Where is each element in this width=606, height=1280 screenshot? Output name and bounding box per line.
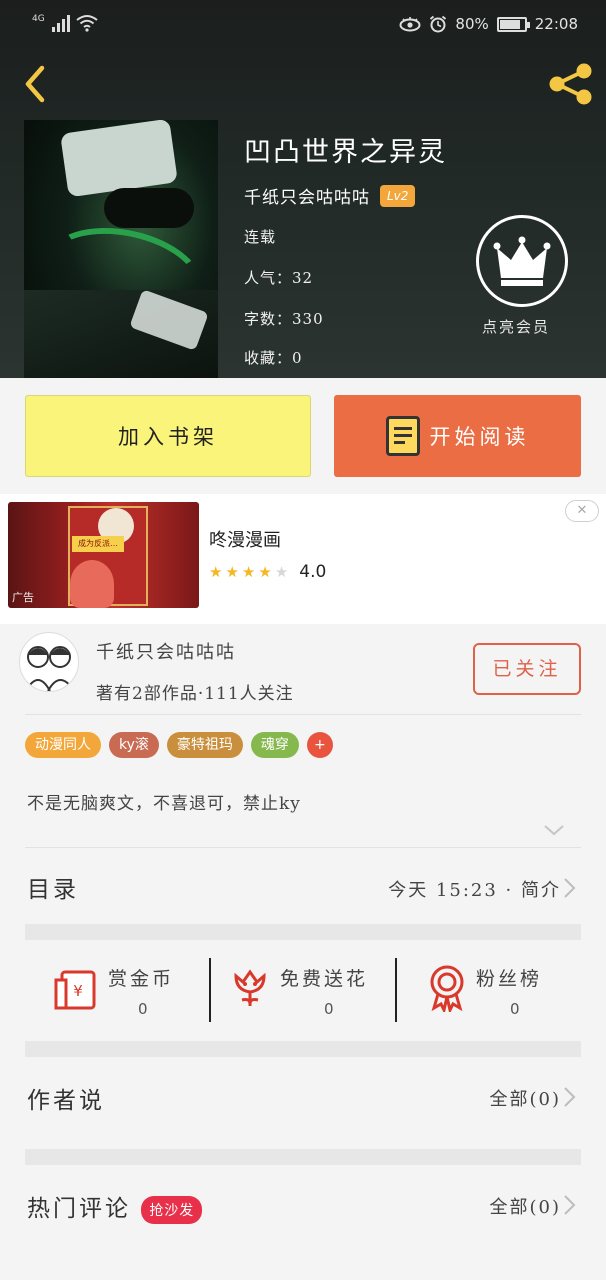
author-works: 著有2部作品·111人关注 (96, 684, 294, 704)
reward-label: 赏金币 (108, 968, 175, 990)
reward-coins-button[interactable]: ¥ 赏金币 0 (40, 940, 200, 1040)
battery-icon (496, 16, 530, 32)
section-gap (25, 1149, 581, 1165)
clock: 22:08 (534, 15, 578, 33)
catalog-updated: 今天 15:23 · 简介 (388, 880, 561, 901)
ad-rating-value: 4.0 (299, 562, 327, 582)
book-title: 凹凸世界之异灵 (244, 137, 447, 168)
popularity-label: 人气： (244, 269, 293, 287)
favorites-label: 收藏： (244, 349, 293, 367)
flower-icon (234, 969, 266, 1006)
serial-status: 连载 (244, 228, 277, 246)
ad-banner[interactable]: 成为反派… 广告 咚漫漫画 ★ ★ ★ ★ ★ 4.0 ✕ (0, 494, 606, 624)
tag-chip[interactable]: ky滚 (109, 732, 159, 758)
section-gap (25, 1041, 581, 1057)
signal-icon (51, 15, 70, 32)
add-tag-button[interactable]: + (306, 732, 333, 758)
action-bar: 加入书架 开始阅读 (0, 378, 606, 494)
status-bar: 4G 80% 22:08 (0, 0, 606, 50)
vip-label: 点亮会员 (482, 318, 551, 336)
ad-image[interactable]: 成为反派… 广告 (8, 502, 199, 608)
author-says-row[interactable]: 作者说 全部(0) (0, 1057, 606, 1149)
chevron-right-icon (564, 878, 576, 898)
hot-comments-title: 热门评论 抢沙发 (27, 1189, 203, 1224)
author-avatar[interactable] (19, 632, 79, 692)
book-description: 不是无脑爽文，不喜退可，禁止ky (27, 794, 301, 814)
tag-chip[interactable]: 动漫同人 (25, 732, 101, 758)
ad-title[interactable]: 咚漫漫画 (209, 526, 281, 552)
hot-comments-row[interactable]: 热门评论 抢沙发 全部(0) (0, 1165, 606, 1245)
red-envelope-icon: ¥ (54, 970, 96, 1010)
start-reading-label: 开始阅读 (429, 425, 530, 449)
vertical-divider (395, 958, 397, 1022)
catalog-label: 目录 (27, 877, 79, 903)
vip-button[interactable] (476, 215, 568, 307)
fans-value: 0 (510, 1000, 520, 1018)
vertical-divider (209, 958, 211, 1022)
fan-ranking-button[interactable]: 粉丝榜 0 (412, 940, 572, 1040)
author-name[interactable]: 千纸只会咕咕咕 (244, 183, 370, 208)
author-name-text[interactable]: 千纸只会咕咕咕 (96, 638, 236, 664)
back-button[interactable] (18, 62, 52, 106)
reward-value: 0 (138, 1000, 148, 1018)
eye-icon (399, 17, 421, 32)
ad-close-button[interactable]: ✕ (565, 500, 599, 522)
divider (25, 714, 581, 715)
star-empty-icon: ★ (274, 563, 289, 581)
hot-comments-label: 热门评论 (27, 1196, 131, 1222)
author-says-label: 作者说 (27, 1088, 105, 1114)
star-icon: ★ (258, 563, 272, 581)
hot-comments-all: 全部(0) (489, 1197, 561, 1218)
author-section: 千纸只会咕咕咕 著有2部作品·111人关注 已关注 (0, 624, 606, 714)
book-icon (385, 416, 420, 456)
divider (25, 847, 581, 848)
tag-chip[interactable]: 魂穿 (250, 732, 299, 758)
catalog-row[interactable]: 目录 今天 15:23 · 简介 (0, 852, 606, 924)
battery-percent: 80% (455, 15, 489, 33)
book-cover-image[interactable] (24, 120, 218, 378)
ad-tag: 广告 (12, 591, 34, 604)
word-count-label: 字数： (244, 310, 293, 328)
follow-button[interactable]: 已关注 (473, 643, 581, 695)
book-header: 4G 80% 22:08 凹凸世界之异灵 千纸只会咕咕咕 Lv2 连载 人气：3… (0, 0, 606, 378)
flowers-value: 0 (324, 1000, 334, 1018)
crown-icon (493, 236, 551, 286)
svg-text:¥: ¥ (73, 982, 83, 1000)
start-reading-button[interactable]: 开始阅读 (334, 395, 581, 477)
share-button[interactable] (546, 60, 596, 108)
chevron-right-icon (564, 1087, 576, 1107)
ad-image-caption: 成为反派… (72, 536, 124, 552)
alarm-icon (430, 15, 447, 33)
tag-chip[interactable]: 豪特祖玛 (166, 732, 243, 758)
popularity: 人气：32 (244, 267, 313, 288)
word-count-value: 330 (292, 310, 324, 328)
wifi-icon (76, 15, 98, 32)
level-badge: Lv2 (380, 184, 416, 207)
medal-icon (430, 965, 464, 1012)
fans-label: 粉丝榜 (476, 968, 543, 990)
author-line: 千纸只会咕咕咕 Lv2 (244, 183, 416, 208)
author-says-all: 全部(0) (489, 1089, 561, 1110)
favorites: 收藏：0 (244, 347, 303, 368)
sofa-badge[interactable]: 抢沙发 (141, 1196, 203, 1224)
star-icon: ★ (241, 563, 256, 581)
chevron-down-icon[interactable] (542, 820, 566, 840)
add-to-shelf-button[interactable]: 加入书架 (25, 395, 311, 477)
favorites-value: 0 (292, 349, 303, 367)
popularity-value: 32 (292, 269, 314, 287)
stats-bar: ¥ 赏金币 0 免费送花 0 粉丝榜 0 (0, 940, 606, 1040)
flowers-label: 免费送花 (280, 968, 369, 990)
star-icon: ★ (225, 563, 239, 581)
star-icon: ★ (209, 563, 223, 581)
free-flowers-button[interactable]: 免费送花 0 (226, 940, 386, 1040)
network-type: 4G (32, 14, 45, 24)
word-count: 字数：330 (244, 308, 324, 329)
chevron-right-icon (564, 1195, 576, 1215)
tag-list: 动漫同人 ky滚 豪特祖玛 魂穿 + (25, 732, 333, 758)
section-gap (25, 924, 581, 940)
ad-rating-stars: ★ ★ ★ ★ ★ 4.0 (209, 562, 326, 582)
